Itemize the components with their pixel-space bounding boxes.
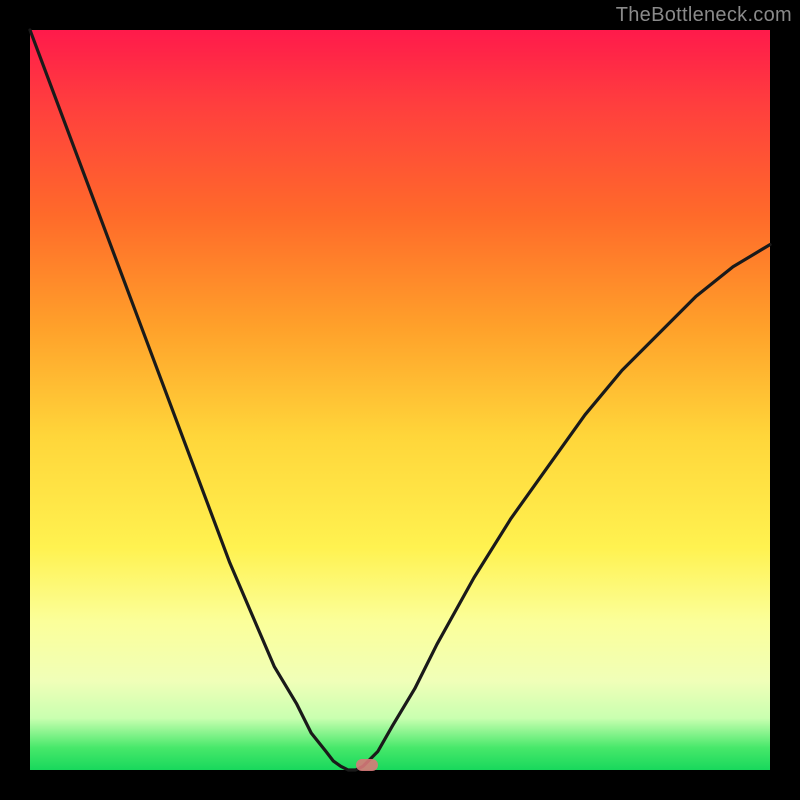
chart-frame: TheBottleneck.com (0, 0, 800, 800)
bottleneck-curve (30, 30, 770, 770)
minimum-marker (356, 759, 378, 771)
watermark-text: TheBottleneck.com (616, 4, 792, 27)
plot-area (30, 30, 770, 770)
curve-path (30, 30, 770, 770)
